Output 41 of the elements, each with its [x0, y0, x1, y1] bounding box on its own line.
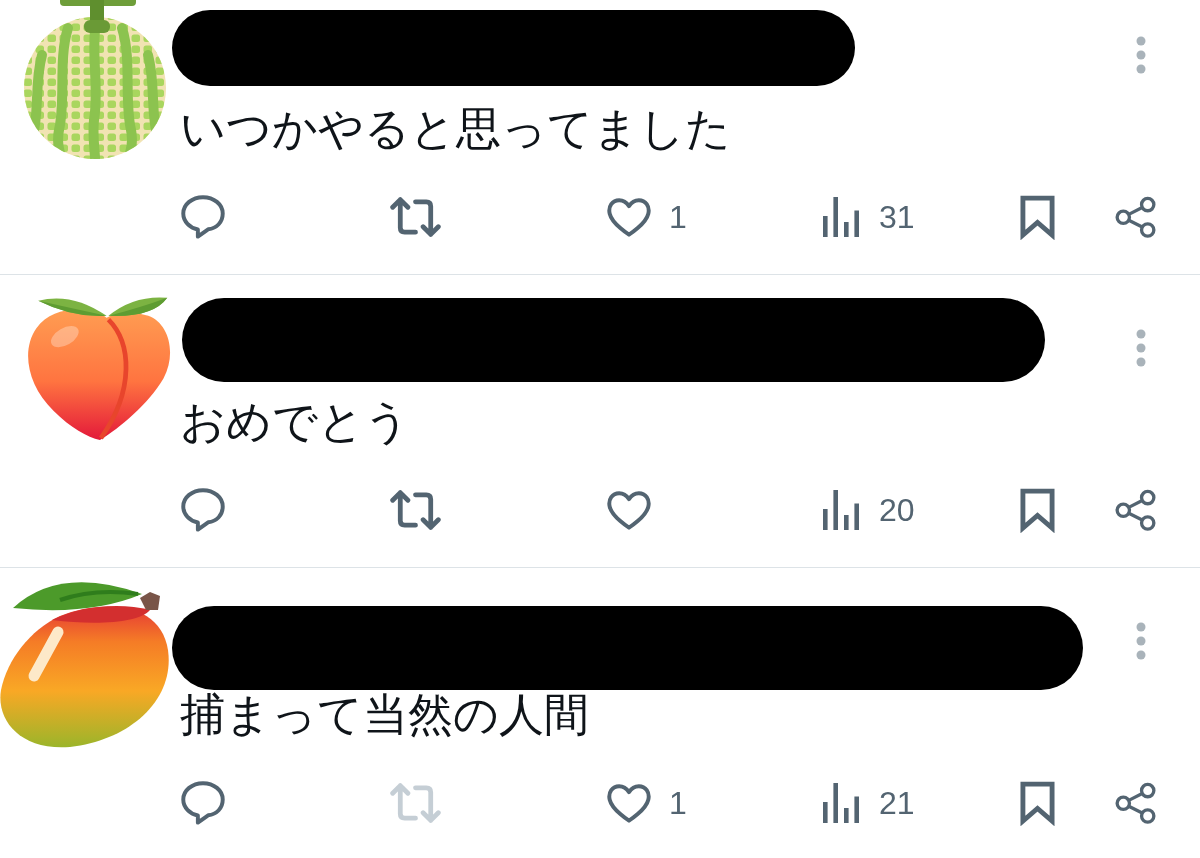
like-button[interactable]: [607, 490, 651, 530]
bookmark-icon: [1020, 487, 1055, 533]
bar-chart-icon: [823, 197, 859, 237]
share-button[interactable]: [1115, 781, 1156, 825]
views-button[interactable]: 31: [823, 197, 915, 237]
repeat-arrows-icon: [390, 490, 441, 530]
more-icon: [1136, 329, 1146, 367]
retweet-button[interactable]: [390, 197, 441, 237]
repeat-arrows-icon: [390, 783, 441, 823]
post-text: おめでとう: [180, 399, 410, 445]
speech-bubble-icon: [180, 488, 226, 532]
heart-icon: [607, 197, 651, 237]
reply-button[interactable]: [180, 781, 226, 825]
share-icon: [1115, 488, 1156, 532]
share-button[interactable]: [1115, 195, 1156, 239]
bookmark-button[interactable]: [1020, 780, 1055, 826]
heart-icon: [607, 490, 651, 530]
post-text: いつかやると思ってました: [180, 106, 731, 152]
views-button[interactable]: 21: [823, 783, 915, 823]
reply-button[interactable]: [180, 195, 226, 239]
more-icon: [1136, 622, 1146, 660]
retweet-button[interactable]: [390, 490, 441, 530]
more-icon: [1136, 36, 1146, 74]
post-text: 捕まって当然の人間: [180, 692, 589, 738]
bookmark-icon: [1020, 780, 1055, 826]
like-button[interactable]: 1: [607, 197, 687, 237]
speech-bubble-icon: [180, 195, 226, 239]
speech-bubble-icon: [180, 781, 226, 825]
views-button[interactable]: 20: [823, 490, 915, 530]
bar-chart-icon: [823, 783, 859, 823]
reply-button[interactable]: [180, 488, 226, 532]
share-icon: [1115, 781, 1156, 825]
like-button[interactable]: 1: [607, 783, 687, 823]
bar-chart-icon: [823, 490, 859, 530]
share-icon: [1115, 195, 1156, 239]
bookmark-button[interactable]: [1020, 487, 1055, 533]
bookmark-icon: [1020, 194, 1055, 240]
share-button[interactable]: [1115, 488, 1156, 532]
bookmark-button[interactable]: [1020, 194, 1055, 240]
heart-icon: [607, 783, 651, 823]
repeat-arrows-icon: [390, 197, 441, 237]
